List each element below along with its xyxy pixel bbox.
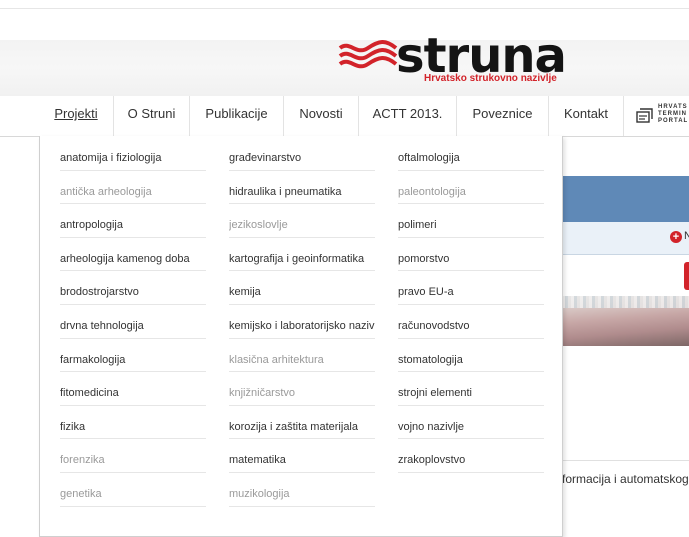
dropdown-item[interactable]: vojno nazivlje bbox=[398, 405, 544, 440]
dropdown-item-label: farmakologija bbox=[60, 353, 126, 366]
dropdown-item-label: građevinarstvo bbox=[229, 152, 302, 164]
dropdown-item-label: genetika bbox=[60, 488, 102, 500]
dropdown-item[interactable]: antička arheologija bbox=[60, 170, 206, 205]
dropdown-item[interactable]: jezikoslovlje bbox=[229, 203, 375, 238]
dropdown-item-label: antropologija bbox=[60, 219, 123, 232]
dropdown-item[interactable]: anatomija i fiziologija bbox=[60, 136, 206, 171]
dropdown-item-label: zrakoplovstvo bbox=[398, 454, 466, 467]
dropdown-item-label: vojno nazivlje bbox=[398, 420, 465, 433]
dropdown-item-label: muzikologija bbox=[229, 488, 290, 500]
dropdown-item[interactable]: pomorstvo bbox=[398, 237, 544, 272]
dropdown-item-label: antička arheologija bbox=[60, 185, 152, 198]
top-divider bbox=[0, 8, 689, 9]
dropdown-item[interactable]: zrakoplovstvo bbox=[398, 438, 544, 473]
dropdown-item[interactable]: oftalmologija bbox=[398, 136, 544, 171]
dropdown-item[interactable]: korozija i zaštita materijala bbox=[229, 405, 375, 440]
dropdown-item[interactable]: strojni elementi bbox=[398, 371, 544, 406]
dropdown-item[interactable]: računovodstvo bbox=[398, 304, 544, 339]
dropdown-item[interactable]: kartografija i geoinformatika bbox=[229, 237, 375, 272]
dropdown-item-label: knjižničarstvo bbox=[229, 387, 296, 400]
dropdown-item-label: klasična arhitektura bbox=[229, 353, 324, 366]
page-banner-blue bbox=[562, 176, 689, 222]
dropdown-item[interactable]: stomatologija bbox=[398, 338, 544, 373]
dropdown-item-label: matematika bbox=[229, 454, 286, 467]
dropdown-item-label: oftalmologija bbox=[398, 152, 460, 164]
dropdown-item-label: paleontologija bbox=[398, 185, 466, 198]
dropdown-item[interactable]: antropologija bbox=[60, 203, 206, 238]
dropdown-item[interactable]: kemijsko i laboratorijsko nazivlje bbox=[229, 304, 375, 339]
dropdown-item[interactable]: paleontologija bbox=[398, 170, 544, 205]
dropdown-item[interactable]: fitomedicina bbox=[60, 371, 206, 406]
dropdown-item-label: jezikoslovlje bbox=[229, 219, 288, 232]
toolbar-label: N bbox=[684, 230, 689, 242]
portal-logo-text: HRVATS TERMIN PORTAL bbox=[658, 104, 689, 124]
dropdown-item-label: kemijsko i laboratorijsko nazivlje bbox=[229, 320, 375, 332]
nav-poveznice[interactable]: Poveznice bbox=[457, 96, 549, 136]
plus-circle-icon[interactable]: + bbox=[670, 231, 682, 243]
dropdown-item[interactable]: fizika bbox=[60, 405, 206, 440]
dropdown-item[interactable]: građevinarstvo bbox=[229, 136, 375, 171]
dropdown-item-label: kemija bbox=[229, 286, 261, 299]
dropdown-item-label: korozija i zaštita materijala bbox=[229, 420, 358, 433]
dropdown-item-label: kartografija i geoinformatika bbox=[229, 252, 365, 265]
waves-logo-icon bbox=[338, 40, 398, 69]
main-navigation: Projekti O Struni Publikacije Novosti AC… bbox=[0, 96, 689, 137]
dropdown-item-label: arheologija kamenog doba bbox=[60, 252, 190, 265]
dropdown-item[interactable]: forenzika bbox=[60, 438, 206, 473]
header-photo bbox=[562, 296, 689, 346]
dropdown-item-label: fitomedicina bbox=[60, 387, 119, 400]
dropdown-item[interactable]: arheologija kamenog doba bbox=[60, 237, 206, 272]
dropdown-item-label: pravo EU-a bbox=[398, 286, 454, 299]
nav-novosti[interactable]: Novosti bbox=[284, 96, 359, 136]
dropdown-item-label: anatomija i fiziologija bbox=[60, 152, 162, 164]
dropdown-item-label: brodostrojarstvo bbox=[60, 286, 139, 299]
dropdown-item-label: polimeri bbox=[398, 219, 437, 232]
logo-tagline: Hrvatsko strukovno nazivlje bbox=[424, 73, 557, 84]
nav-projekti[interactable]: Projekti bbox=[39, 96, 114, 136]
dropdown-item[interactable]: knjižničarstvo bbox=[229, 371, 375, 406]
dropdown-item[interactable]: kemija bbox=[229, 270, 375, 305]
dropdown-item[interactable]: polimeri bbox=[398, 203, 544, 238]
dropdown-item-label: hidraulika i pneumatika bbox=[229, 185, 342, 198]
dropdown-item-label: stomatologija bbox=[398, 353, 463, 366]
nav-o-struni[interactable]: O Struni bbox=[114, 96, 190, 136]
dropdown-item-label: strojni elementi bbox=[398, 387, 472, 400]
terminology-portal-link[interactable]: HRVATS TERMIN PORTAL bbox=[636, 104, 689, 133]
dropdown-item-label: računovodstvo bbox=[398, 320, 470, 332]
dropdown-item[interactable]: farmakologija bbox=[60, 338, 206, 373]
dropdown-item[interactable]: brodostrojarstvo bbox=[60, 270, 206, 305]
projects-dropdown-menu: anatomija i fiziologija antička arheologi… bbox=[39, 136, 563, 537]
project-title-text[interactable]: formacija i automatskoga r bbox=[562, 472, 689, 486]
dropdown-item[interactable]: klasična arhitektura bbox=[229, 338, 375, 373]
struna-logo[interactable]: struna Hrvatsko strukovno nazivlje bbox=[338, 28, 567, 90]
dropdown-item[interactable]: genetika bbox=[60, 472, 206, 507]
dropdown-item[interactable]: hidraulika i pneumatika bbox=[229, 170, 375, 205]
portal-book-icon bbox=[636, 108, 653, 123]
content-divider bbox=[562, 460, 689, 461]
nav-actt-2013[interactable]: ACTT 2013. bbox=[359, 96, 457, 136]
dropdown-item-label: drvna tehnologija bbox=[60, 320, 144, 332]
dropdown-item-label: forenzika bbox=[60, 454, 105, 467]
dropdown-item[interactable]: muzikologija bbox=[229, 472, 375, 507]
dropdown-item[interactable]: matematika bbox=[229, 438, 375, 473]
dropdown-item[interactable]: pravo EU-a bbox=[398, 270, 544, 305]
nav-kontakt[interactable]: Kontakt bbox=[549, 96, 624, 136]
dropdown-item-label: fizika bbox=[60, 420, 86, 433]
dropdown-item[interactable]: drvna tehnologija bbox=[60, 304, 206, 339]
nav-publikacije[interactable]: Publikacije bbox=[190, 96, 284, 136]
red-action-button[interactable] bbox=[684, 262, 689, 290]
dropdown-item-label: pomorstvo bbox=[398, 252, 450, 265]
